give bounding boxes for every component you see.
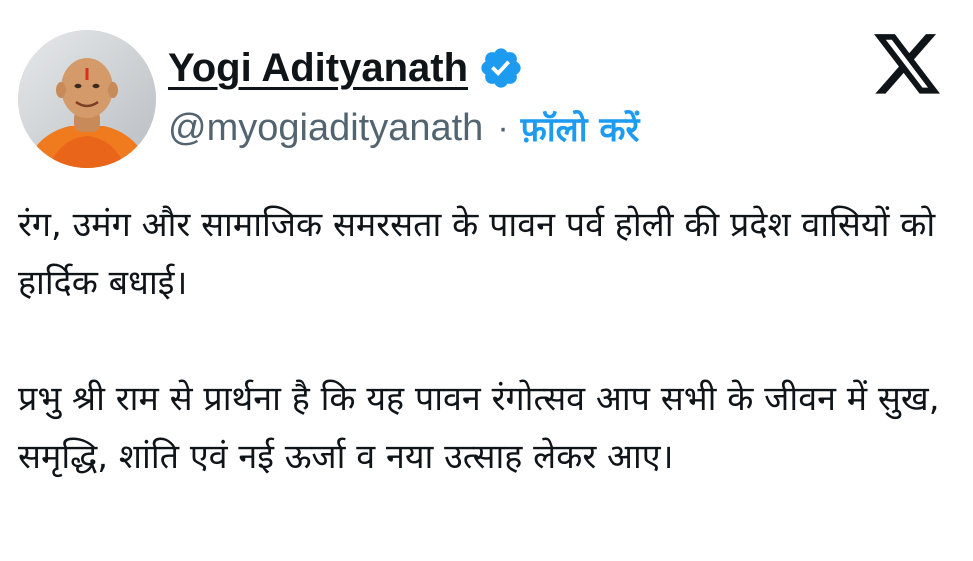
x-logo-icon[interactable] bbox=[874, 34, 940, 96]
tweet-card: Yogi Adityanath @myogiadityanath · फ़ॉलो… bbox=[0, 0, 973, 561]
author-handle[interactable]: @myogiadityanath bbox=[168, 107, 483, 150]
author-name[interactable]: Yogi Adityanath bbox=[168, 46, 468, 91]
separator-dot: · bbox=[497, 108, 509, 147]
tweet-paragraph-1: रंग, उमंग और सामाजिक समरसता के पावन पर्व… bbox=[18, 205, 936, 303]
tweet-body: रंग, उमंग और सामाजिक समरसता के पावन पर्व… bbox=[18, 196, 958, 486]
avatar[interactable] bbox=[18, 30, 156, 168]
profile-photo bbox=[18, 30, 156, 168]
verified-badge-icon bbox=[478, 45, 524, 91]
tweet-paragraph-2: प्रभु श्री राम से प्रार्थना है कि यह पाव… bbox=[18, 379, 940, 477]
author-name-row: Yogi Adityanath bbox=[168, 42, 524, 94]
author-handle-row: @myogiadityanath · फ़ॉलो करें bbox=[168, 102, 639, 154]
follow-button[interactable]: फ़ॉलो करें bbox=[521, 105, 640, 151]
